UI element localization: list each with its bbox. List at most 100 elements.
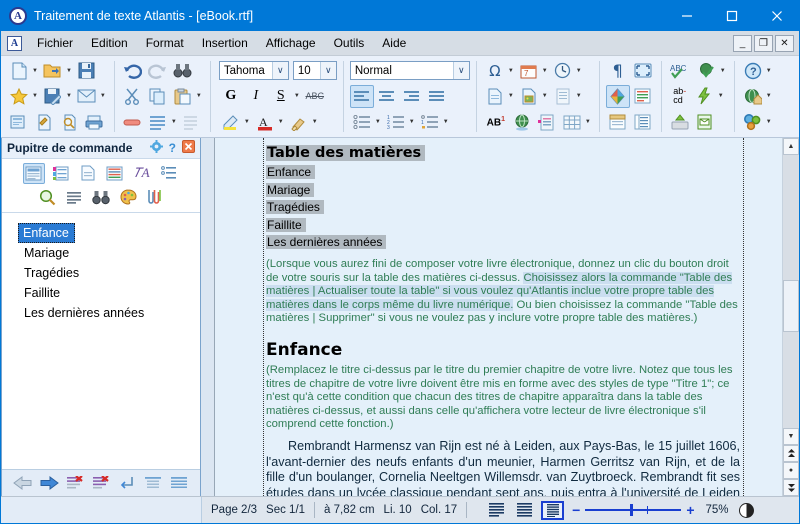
- highlight-pen-icon[interactable]: [219, 111, 243, 134]
- find-pane-icon[interactable]: [90, 187, 112, 208]
- document-map-icon[interactable]: [631, 85, 655, 108]
- scroll-up-button[interactable]: ▲: [783, 138, 799, 155]
- redo-icon[interactable]: [146, 59, 170, 82]
- menu-outils[interactable]: Outils: [325, 34, 374, 52]
- font-size-combo[interactable]: 10 ∨: [292, 61, 337, 81]
- gear-icon[interactable]: [149, 140, 163, 156]
- paragraph-lines-icon[interactable]: [146, 111, 170, 134]
- chevron-down-icon[interactable]: ▼: [32, 93, 38, 99]
- bold-button[interactable]: G: [219, 85, 243, 108]
- font-pane-icon[interactable]: 𝑇A: [131, 163, 153, 184]
- chevron-down-icon[interactable]: ▼: [294, 93, 300, 99]
- menu-aide[interactable]: Aide: [373, 34, 415, 52]
- mail-merge-icon[interactable]: [693, 111, 717, 134]
- list-item-enfance[interactable]: Enfance: [18, 223, 75, 243]
- chevron-down-icon[interactable]: ▼: [443, 119, 449, 125]
- color-scheme-icon[interactable]: [605, 84, 630, 108]
- outline-list[interactable]: Enfance Mariage Tragédies Faillite Les d…: [2, 213, 200, 469]
- find-binoculars-icon[interactable]: [171, 59, 195, 82]
- chapter-heading-enfance[interactable]: Enfance: [266, 340, 740, 360]
- document-pane-icon[interactable]: [77, 163, 99, 184]
- chevron-down-icon[interactable]: ▼: [312, 119, 318, 125]
- zoom-slider-thumb[interactable]: [630, 504, 634, 516]
- insert-frame-icon[interactable]: [551, 85, 575, 108]
- contrast-icon[interactable]: [738, 502, 754, 518]
- styles-pane-icon[interactable]: [22, 162, 45, 184]
- back-arrow-icon[interactable]: [12, 473, 34, 493]
- chevron-down-icon[interactable]: ▼: [542, 93, 548, 99]
- footnote-icon[interactable]: AB1: [483, 111, 509, 134]
- normal-view-button[interactable]: [485, 501, 508, 520]
- scroll-thumb[interactable]: [783, 280, 799, 332]
- ruler-icon[interactable]: [631, 111, 655, 134]
- page-setup-icon[interactable]: [7, 111, 31, 134]
- menu-format[interactable]: Format: [137, 34, 193, 52]
- menu-affichage[interactable]: Affichage: [257, 34, 325, 52]
- bullet-list-icon[interactable]: [350, 111, 374, 134]
- chevron-down-icon[interactable]: ▼: [576, 93, 582, 99]
- document-icon[interactable]: A: [7, 35, 22, 51]
- autocorrect-icon[interactable]: ab-cd: [668, 85, 692, 108]
- table-styles-icon[interactable]: [104, 163, 126, 184]
- apply-style-icon[interactable]: [116, 473, 138, 493]
- chevron-down-icon[interactable]: ▼: [196, 93, 202, 99]
- show-formatting-marks-icon[interactable]: ¶: [606, 59, 630, 82]
- palette-pane-icon[interactable]: [117, 187, 139, 208]
- eraser-icon[interactable]: [121, 111, 145, 134]
- send-mail-icon[interactable]: [75, 85, 99, 108]
- chevron-down-icon[interactable]: ▼: [542, 68, 548, 74]
- list-item-dernieres-annees[interactable]: Les dernières années: [2, 303, 200, 323]
- status-section[interactable]: Sec 1/1: [266, 504, 314, 516]
- close-panel-icon[interactable]: [182, 140, 195, 156]
- minimize-button[interactable]: [664, 1, 709, 31]
- browse-object-button[interactable]: ●: [783, 462, 799, 479]
- menu-insertion[interactable]: Insertion: [193, 34, 257, 52]
- favorites-star-icon[interactable]: [7, 85, 31, 108]
- insert-table-icon[interactable]: [560, 111, 584, 134]
- color-styles-icon[interactable]: [50, 163, 72, 184]
- toc-instruction-note[interactable]: (Lorsque vous aurez fini de composer vot…: [266, 258, 740, 326]
- chevron-down-icon[interactable]: ∨: [452, 62, 469, 80]
- close-button[interactable]: [754, 1, 799, 31]
- align-left-button[interactable]: [349, 84, 374, 108]
- print-layout-view-button[interactable]: [513, 501, 536, 520]
- chevron-down-icon[interactable]: ▼: [66, 93, 72, 99]
- multilevel-list-icon[interactable]: 1: [418, 111, 442, 134]
- chevron-down-icon[interactable]: ▼: [66, 68, 72, 74]
- chevron-down-icon[interactable]: ▼: [244, 119, 250, 125]
- spellcheck-icon[interactable]: ABC: [668, 59, 694, 82]
- mdi-minimize-button[interactable]: _: [733, 34, 752, 52]
- chevron-down-icon[interactable]: ▼: [766, 119, 772, 125]
- vertical-scrollbar[interactable]: ▲ ▼ ●: [782, 138, 799, 496]
- font-name-combo[interactable]: Tahoma ∨: [218, 61, 289, 81]
- open-folder-icon[interactable]: [41, 59, 65, 82]
- align-right-button[interactable]: [400, 85, 424, 108]
- help-question-icon[interactable]: ?: [741, 59, 765, 82]
- save-icon[interactable]: [75, 59, 99, 82]
- italic-button[interactable]: I: [244, 85, 268, 108]
- outline-list-icon[interactable]: [180, 111, 204, 134]
- zoom-in-button[interactable]: +: [686, 503, 694, 517]
- paragraph-pane-icon[interactable]: [63, 187, 85, 208]
- print-icon[interactable]: [82, 111, 106, 134]
- forward-arrow-icon[interactable]: [38, 473, 60, 493]
- list-item-mariage[interactable]: Mariage: [2, 243, 200, 263]
- full-screen-icon[interactable]: [631, 59, 655, 82]
- body-paragraph-1[interactable]: Rembrandt Harmensz van Rijn est né à Lei…: [266, 439, 740, 496]
- delete-all-styles-icon[interactable]: [90, 473, 112, 493]
- toc-entry-faillite[interactable]: Faillite: [266, 217, 740, 233]
- list-item-tragedies[interactable]: Tragédies: [2, 263, 200, 283]
- previous-page-button[interactable]: [783, 445, 799, 462]
- scroll-track[interactable]: [783, 155, 799, 428]
- chevron-down-icon[interactable]: ▼: [171, 119, 177, 125]
- chevron-down-icon[interactable]: ▼: [576, 68, 582, 74]
- strikethrough-button[interactable]: ABC: [303, 85, 327, 108]
- zoom-level-label[interactable]: 75%: [706, 504, 729, 516]
- new-document-icon[interactable]: [7, 59, 31, 82]
- outline-pane-icon[interactable]: [158, 163, 180, 184]
- options-gears-icon[interactable]: [741, 111, 765, 134]
- toc-entry-enfance[interactable]: Enfance: [266, 165, 740, 180]
- chevron-down-icon[interactable]: ▼: [409, 119, 415, 125]
- hyperlink-globe-icon[interactable]: [510, 111, 534, 134]
- next-page-button[interactable]: [783, 479, 799, 496]
